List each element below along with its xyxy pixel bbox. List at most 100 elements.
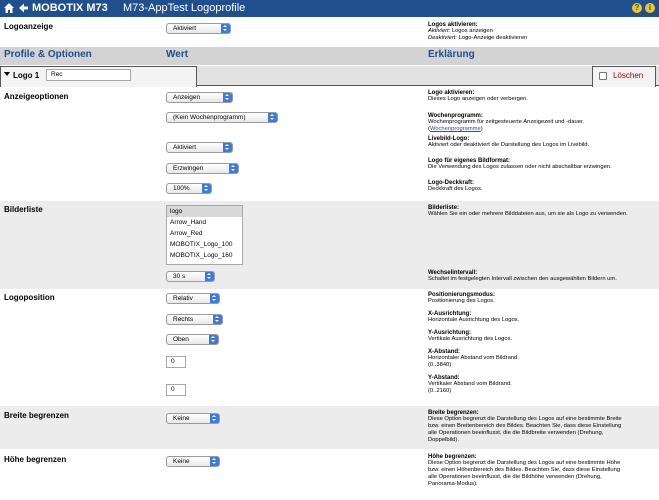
chevron-updown-icon <box>209 335 218 344</box>
expl-text: Diese Option begrenzt die Darstellung de… <box>428 460 621 466</box>
bilderliste-explanation: Bilderliste: Wählen Sie ein oder mehrere… <box>428 205 656 218</box>
list-item[interactable]: Arrow_Hand <box>167 217 242 228</box>
logoanzeige-value: Aktiviert <box>173 25 197 32</box>
collapse-triangle-icon[interactable] <box>4 72 10 76</box>
y-align-select[interactable]: Oben <box>166 334 219 345</box>
chevron-updown-icon <box>229 164 238 173</box>
expl-text: Horizontaler Abstand vom Bildrand. <box>428 355 519 361</box>
select-value: Relativ <box>173 295 193 302</box>
chevron-updown-icon <box>213 315 222 324</box>
expl-text: bzw. einen Breitenbereich des Bildes. Be… <box>428 423 622 429</box>
x-distance-input[interactable]: 0 <box>166 356 186 368</box>
display-select[interactable]: Anzeigen <box>166 92 233 103</box>
title-bar: MOBOTIX M73 M73-AppTest Logoprofile ? i <box>0 0 659 17</box>
weekly-program-select[interactable]: (Kein Wochenprogramm) <box>166 112 278 123</box>
expl-range: (0..2160) <box>428 388 452 394</box>
column-header-bar <box>0 47 659 65</box>
select-value: 100% <box>173 185 190 192</box>
select-value: Anzeigen <box>173 94 201 101</box>
position-explanations: Positionierungsmodus: Positionierung des… <box>428 292 656 395</box>
hoehe-explanation: Höhe begrenzen: Diese Option begrenzt di… <box>428 454 656 488</box>
logoanzeige-label: Logoanzeige <box>4 22 53 31</box>
chevron-updown-icon <box>223 143 232 152</box>
anzeige-explanations: Logo aktivieren: Dieses Logo anzeigen od… <box>428 90 656 193</box>
interval-explanation: Wechselintervall: Schaltet im festgelegt… <box>428 270 656 283</box>
list-item[interactable]: logo <box>167 206 242 217</box>
expl-text: Schaltet im festgelegten Intervall zwisc… <box>428 276 617 282</box>
bilderliste-label: Bilderliste <box>4 205 43 214</box>
live-logo-select[interactable]: Aktiviert <box>166 142 233 153</box>
page-title: M73-AppTest Logoprofile <box>123 2 246 14</box>
expl-text: Wochenprogramm für zeitgesteuerte Anzeig… <box>428 119 585 125</box>
chevron-updown-icon <box>210 414 219 423</box>
expl-text: Wählen Sie ein oder mehrere Bilddateien … <box>428 211 628 217</box>
expl-text: bzw. einen Höhenbereich des Bildes. Beac… <box>428 467 621 473</box>
expl-text: Aktiviert oder deaktiviert die Darstellu… <box>428 142 590 148</box>
expl-link-line: (Wochenprogramme) <box>428 126 483 132</box>
select-value: Keine <box>173 458 190 465</box>
expl-range: (0..3840) <box>428 362 452 368</box>
column-header-profiles: Profile & Optionen <box>4 49 92 60</box>
interval-select[interactable]: 30 s <box>166 271 215 282</box>
expl-em: Aktiviert: <box>428 28 451 34</box>
hoehe-label: Höhe begrenzen <box>4 455 67 464</box>
expl-text: Logo-Anzeige deaktivieren <box>458 35 528 41</box>
chevron-updown-icon <box>210 294 219 303</box>
profile-name-input[interactable]: Rec <box>46 69 131 81</box>
column-header-explanation: Erklärung <box>428 49 475 60</box>
chevron-updown-icon <box>202 184 211 193</box>
expl-text: alle Operationen beeinflusst, die die Bi… <box>428 430 604 436</box>
expl-text: Vertikale Ausrichtung des Logos. <box>428 336 513 342</box>
back-arrow-icon[interactable] <box>17 2 29 14</box>
breite-explanation: Breite begrenzen: Diese Option begrenzt … <box>428 410 656 444</box>
expl-line: Deaktiviert: Logo-Anzeige deaktivieren <box>428 35 527 42</box>
expl-text: Doppelbild). <box>428 437 459 443</box>
select-value: Aktiviert <box>173 144 197 151</box>
image-listbox[interactable]: logo Arrow_Hand Arrow_Red MOBOTIX_Logo_1… <box>166 205 243 265</box>
expl-text: Dieses Logo anzeigen oder verbergen. <box>428 96 528 102</box>
column-header-value: Wert <box>166 49 189 60</box>
expl-text: Die Verwendung des Logos zulassen oder n… <box>428 164 612 170</box>
chevron-updown-icon <box>221 24 230 33</box>
expl-text: Vertikaler Abstand vom Bildrand. <box>428 381 512 387</box>
chevron-updown-icon <box>210 457 219 466</box>
position-mode-select[interactable]: Relativ <box>166 293 220 304</box>
select-value: Oben <box>173 336 189 343</box>
delete-label: Löschen <box>613 71 644 80</box>
width-limit-select[interactable]: Keine <box>166 413 220 424</box>
chevron-updown-icon <box>223 93 232 102</box>
help-icon[interactable]: ? <box>632 3 642 13</box>
y-distance-input[interactable]: 0 <box>166 384 186 396</box>
delete-checkbox[interactable] <box>599 72 607 80</box>
profile-tab-label: Logo 1 <box>13 71 40 80</box>
select-value: (Kein Wochenprogramm) <box>173 114 246 121</box>
home-icon[interactable] <box>3 2 15 14</box>
select-value: Rechts <box>173 316 194 323</box>
info-icon[interactable]: i <box>645 3 655 13</box>
image-format-select[interactable]: Erzwingen <box>166 163 239 174</box>
chevron-updown-icon <box>205 272 214 281</box>
select-value: Keine <box>173 415 190 422</box>
logoanzeige-explanation: Logos aktivieren: Aktiviert: Logos anzei… <box>428 22 527 42</box>
list-item[interactable]: MOBOTIX_Logo_160 <box>167 250 242 261</box>
select-value: 30 s <box>173 273 186 280</box>
expl-text: Horizontale Ausrichtung des Logos. <box>428 317 520 323</box>
opacity-select[interactable]: 100% <box>166 183 212 194</box>
logoanzeige-select[interactable]: Aktiviert <box>166 23 231 34</box>
list-item[interactable]: Arrow_Red <box>167 228 242 239</box>
height-limit-select[interactable]: Keine <box>166 456 220 467</box>
select-value: Erzwingen <box>173 165 204 172</box>
breite-label: Breite begrenzen <box>4 411 69 420</box>
logoposition-label: Logoposition <box>4 293 55 302</box>
expl-text: alle Operationen beeinflusst, die die Bi… <box>428 474 602 480</box>
expl-line: Aktiviert: Logos anzeigen <box>428 28 527 35</box>
list-item[interactable]: MOBOTIX_Logo_100 <box>167 239 242 250</box>
brand-label: MOBOTIX M73 <box>32 2 108 14</box>
x-align-select[interactable]: Rechts <box>166 314 223 325</box>
expl-text: Logos anzeigen <box>451 28 493 34</box>
expl-text: Deckkraft des Logos. <box>428 186 483 192</box>
chevron-updown-icon <box>268 113 277 122</box>
weekly-programs-link[interactable]: Wochenprogramme <box>430 126 481 132</box>
anzeigeoptionen-label: Anzeigeoptionen <box>4 92 69 101</box>
expl-text: Positionierung des Logos. <box>428 298 495 304</box>
